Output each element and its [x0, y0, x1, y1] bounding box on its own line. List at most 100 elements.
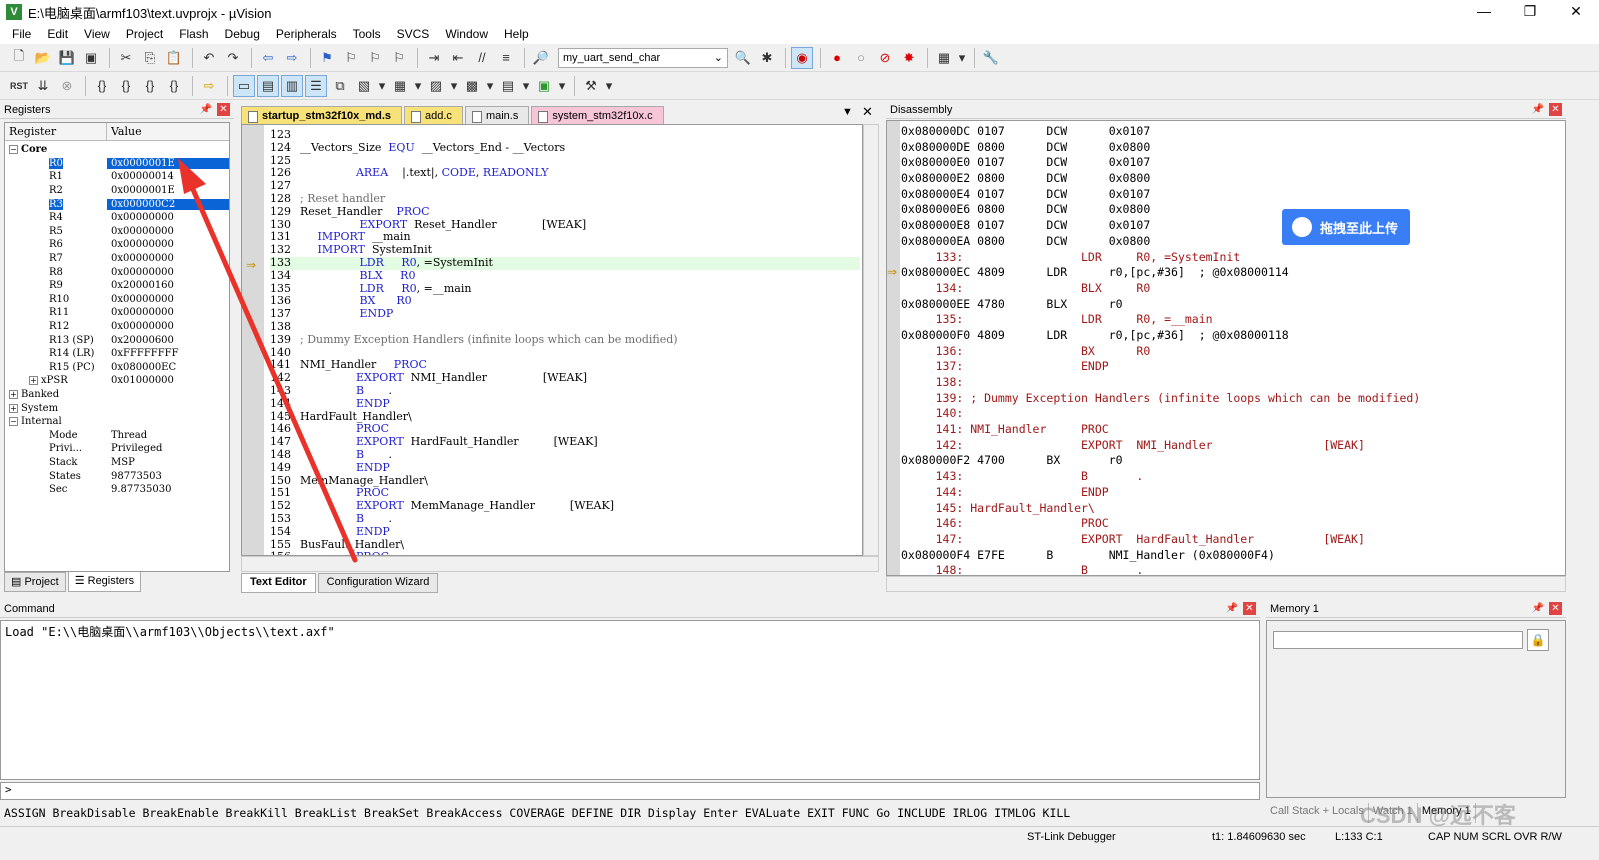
menu-debug[interactable]: Debug — [217, 27, 268, 41]
trace-window-icon[interactable]: ▤ — [497, 75, 519, 97]
expand-icon[interactable]: + — [9, 403, 18, 413]
disassembly-horizontal-scrollbar[interactable] — [886, 576, 1566, 592]
tab-call-stack[interactable]: Call Stack + Locals — [1266, 803, 1369, 823]
collapse-icon[interactable]: − — [9, 145, 18, 155]
code-line[interactable]: 124 __Vectors_Size EQU __Vectors_End - __… — [270, 141, 860, 155]
symbols-window-icon[interactable]: ▥ — [281, 74, 303, 97]
next-bookmark-icon[interactable]: ⚐ — [364, 47, 386, 69]
register-row[interactable]: R13 (SP) 0x20000600 — [5, 333, 229, 347]
chevron-down-icon[interactable]: ▾ — [377, 75, 387, 97]
source-line[interactable]: 136: BX R0 — [901, 344, 1420, 360]
instruction-line[interactable]: 0x080000E0 0107 DCW 0x0107 — [901, 155, 1420, 171]
register-row[interactable]: R11 0x00000000 — [5, 306, 229, 320]
editor-tab[interactable]: startup_stm32f10x_md.s — [241, 106, 403, 124]
register-row[interactable]: R8 0x00000000 — [5, 265, 229, 279]
run-icon[interactable]: ⇊ — [32, 75, 54, 97]
copy-icon[interactable]: ⎘ — [139, 47, 161, 69]
register-value[interactable]: Privileged — [107, 443, 229, 454]
register-row[interactable]: R9 0x20000160 — [5, 279, 229, 293]
source-line[interactable]: 147: EXPORT HardFault_Handler [WEAK] — [901, 532, 1420, 548]
chevron-down-icon[interactable]: ▾ — [957, 47, 967, 69]
uncomment-icon[interactable]: ≡ — [495, 47, 517, 69]
indent-icon[interactable]: ⇥ — [423, 47, 445, 69]
instruction-line[interactable]: 0x080000F4 E7FE B NMI_Handler (0x080000F… — [901, 548, 1420, 564]
register-value[interactable]: 0x00000000 — [107, 226, 229, 237]
chevron-down-icon[interactable]: ▾ — [449, 75, 459, 97]
chevron-down-icon[interactable]: ▾ — [557, 75, 567, 97]
register-row[interactable]: + xPSR 0x01000000 — [5, 374, 229, 388]
internal-row[interactable]: States 98773503 — [5, 469, 229, 483]
pin-icon[interactable]: 📌 — [200, 104, 212, 115]
maximize-button[interactable]: ❐ — [1507, 0, 1553, 24]
unindent-icon[interactable]: ⇤ — [447, 47, 469, 69]
instruction-line[interactable]: 0x080000E4 0107 DCW 0x0107 — [901, 187, 1420, 203]
register-value[interactable]: 0x20000160 — [107, 280, 229, 291]
minimize-button[interactable]: — — [1461, 0, 1507, 24]
tree-group-internal[interactable]: − Internal — [5, 415, 229, 429]
insert-breakpoint-icon[interactable]: ● — [826, 47, 848, 69]
pin-icon[interactable]: 📌 — [1532, 104, 1544, 115]
registers-window-icon[interactable]: ☰ — [305, 74, 327, 97]
watch-window-icon[interactable]: ▧ — [353, 75, 375, 97]
source-line[interactable]: 138: — [901, 375, 1420, 391]
code-editor[interactable]: ⇒ 123 124 __Vectors_Size EQU __Vectors_End… — [241, 124, 863, 556]
debug-session-icon[interactable]: ◉ — [791, 46, 813, 69]
register-value[interactable]: 0x00000000 — [107, 321, 229, 332]
undo-icon[interactable]: ↶ — [198, 47, 220, 69]
register-value[interactable]: 0x080000EC — [107, 362, 229, 373]
source-line[interactable]: 133: LDR R0, =SystemInit — [901, 250, 1420, 266]
upload-badge[interactable]: 拖拽至此上传 — [1282, 209, 1410, 245]
new-file-icon[interactable]: 🗋 — [8, 47, 30, 69]
chevron-down-icon[interactable]: ▾ — [521, 75, 531, 97]
collapse-icon[interactable]: − — [9, 417, 18, 427]
close-icon[interactable]: ✕ — [1549, 602, 1562, 615]
incremental-find-icon[interactable]: ✱ — [756, 47, 778, 69]
instruction-line[interactable]: 0x080000DE 0800 DCW 0x0800 — [901, 140, 1420, 156]
register-value[interactable]: 0x20000600 — [107, 335, 229, 346]
menu-help[interactable]: Help — [496, 27, 537, 41]
source-line[interactable]: 134: BLX R0 — [901, 281, 1420, 297]
chevron-down-icon[interactable]: ▾ — [485, 75, 495, 97]
source-line[interactable]: 142: EXPORT NMI_Handler [WEAK] — [901, 438, 1420, 454]
register-value[interactable]: 98773503 — [107, 471, 229, 482]
instruction-line[interactable]: 0x080000DC 0107 DCW 0x0107 — [901, 124, 1420, 140]
internal-row[interactable]: Sec 9.87735030 — [5, 483, 229, 497]
tree-group-banked[interactable]: + Banked — [5, 388, 229, 402]
editor-horizontal-scrollbar[interactable] — [241, 556, 879, 572]
chevron-down-icon[interactable]: ▾ — [604, 75, 614, 97]
register-value[interactable]: 0xFFFFFFFF — [107, 348, 229, 359]
close-icon[interactable]: ✕ — [217, 103, 230, 116]
comment-icon[interactable]: // — [471, 47, 493, 69]
register-value[interactable]: 0x00000000 — [107, 294, 229, 305]
function-combo[interactable]: my_uart_send_char ⌄ — [558, 47, 728, 68]
register-value[interactable]: 0x0000001E — [107, 157, 229, 169]
source-line[interactable]: 139: ; Dummy Exception Handlers (infinit… — [901, 391, 1421, 407]
step-icon[interactable]: {} — [91, 75, 113, 97]
close-editor-icon[interactable]: ✕ — [862, 104, 873, 120]
register-value[interactable]: 0x00000000 — [107, 253, 229, 264]
tab-text-editor[interactable]: Text Editor — [241, 573, 316, 593]
register-column-header[interactable]: Register — [5, 123, 107, 140]
menu-view[interactable]: View — [76, 27, 118, 41]
source-line[interactable]: 135: LDR R0, =__main — [901, 312, 1420, 328]
reset-icon[interactable]: RST — [8, 75, 30, 97]
save-all-icon[interactable]: ▣ — [80, 47, 102, 69]
register-value[interactable]: 0x00000000 — [107, 307, 229, 318]
memory-view[interactable]: 🔒 — [1266, 620, 1566, 798]
cut-icon[interactable]: ✂ — [115, 47, 137, 69]
source-line[interactable]: 146: PROC — [901, 516, 1420, 532]
source-line[interactable]: 145: HardFault_Handler\ — [901, 501, 1420, 517]
source-line[interactable]: 141: NMI_Handler PROC — [901, 422, 1420, 438]
register-row[interactable]: R10 0x00000000 — [5, 293, 229, 307]
register-value[interactable]: 0x00000014 — [107, 171, 229, 182]
window-layout-icon[interactable]: ▦ — [933, 47, 955, 69]
redo-icon[interactable]: ↷ — [222, 47, 244, 69]
source-line[interactable]: 144: ENDP — [901, 485, 1420, 501]
editor-vertical-scrollbar[interactable] — [863, 124, 879, 556]
menu-flash[interactable]: Flash — [171, 27, 216, 41]
register-row[interactable]: R1 0x00000014 — [5, 170, 229, 184]
clear-bookmarks-icon[interactable]: ⚐ — [388, 47, 410, 69]
menu-file[interactable]: File — [4, 27, 39, 41]
menu-peripherals[interactable]: Peripherals — [268, 27, 345, 41]
register-value[interactable]: 9.87735030 — [107, 484, 229, 495]
